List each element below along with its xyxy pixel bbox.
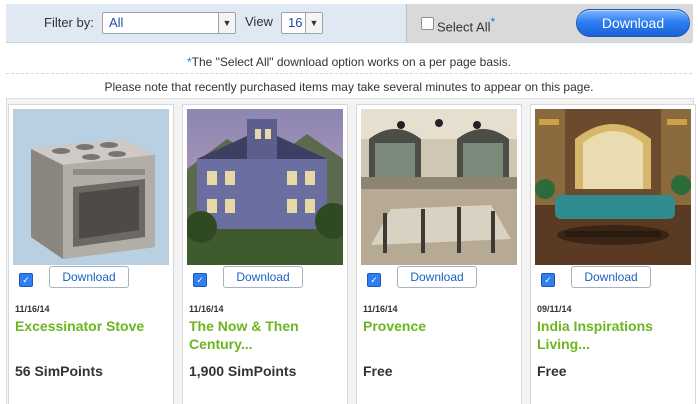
item-card: ✓ Download 11/16/14 Provence Free [356, 104, 522, 404]
item-title[interactable]: Excessinator Stove [15, 317, 165, 335]
view-label: View [245, 14, 273, 29]
chevron-down-icon: ▼ [218, 13, 235, 33]
select-all-text: Select All [437, 19, 491, 35]
item-download-button[interactable]: Download [49, 266, 129, 288]
item-card: ✓ Download 11/16/14 Excessinator Stove 5… [8, 104, 174, 404]
item-price: Free [537, 363, 567, 379]
select-all-star: * [490, 15, 496, 29]
item-thumbnail-kitchen[interactable] [361, 109, 517, 265]
item-card: ✓ Download 09/11/14 India Inspirations L… [530, 104, 696, 404]
item-checkbox[interactable]: ✓ [541, 273, 555, 287]
filter-select[interactable]: All ▼ [102, 12, 236, 34]
item-date: 11/16/14 [15, 304, 50, 314]
select-all-note-text: The "Select All" download option works o… [191, 55, 512, 69]
item-date: 11/16/14 [363, 304, 398, 314]
item-download-button[interactable]: Download [223, 266, 303, 288]
item-price: 56 SimPoints [15, 363, 103, 379]
item-date: 11/16/14 [189, 304, 224, 314]
download-all-button[interactable]: Download [576, 9, 690, 37]
select-all-label[interactable]: Select All* [437, 15, 495, 34]
item-thumbnail-stove[interactable] [13, 109, 169, 265]
select-all-checkbox[interactable] [421, 17, 434, 30]
chevron-down-icon: ▼ [305, 13, 322, 33]
item-title[interactable]: India Inspirations Living... [537, 317, 687, 353]
filter-select-value: All [109, 15, 124, 30]
view-select-value: 16 [288, 15, 303, 30]
filter-label: Filter by: [44, 15, 94, 30]
recent-purchase-note: Please note that recently purchased item… [104, 80, 594, 94]
item-thumbnail-mansion[interactable] [187, 109, 343, 265]
item-title[interactable]: The Now & Then Century... [189, 317, 339, 353]
item-download-button[interactable]: Download [571, 266, 651, 288]
item-price: Free [363, 363, 393, 379]
item-title[interactable]: Provence [363, 317, 513, 335]
item-date: 09/11/14 [537, 304, 572, 314]
item-checkbox[interactable]: ✓ [367, 273, 381, 287]
item-card: ✓ Download 11/16/14 The Now & Then Centu… [182, 104, 348, 404]
item-thumbnail-living-room[interactable] [535, 109, 691, 265]
select-all-note: *The "Select All" download option works … [0, 55, 698, 69]
view-select[interactable]: 16 ▼ [281, 12, 323, 34]
item-download-button[interactable]: Download [397, 266, 477, 288]
item-checkbox[interactable]: ✓ [19, 273, 33, 287]
item-checkbox[interactable]: ✓ [193, 273, 207, 287]
item-price: 1,900 SimPoints [189, 363, 297, 379]
divider [6, 73, 692, 74]
